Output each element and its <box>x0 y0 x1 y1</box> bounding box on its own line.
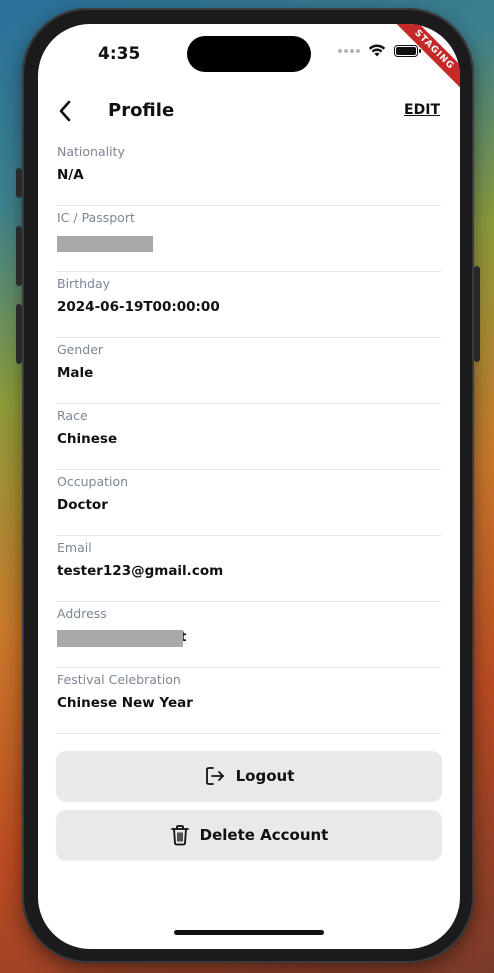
app-screen: 4:35 STAGING Profile EDIT Nationality N/… <box>38 24 460 949</box>
volume-up-button <box>16 226 22 286</box>
field-address: Address t <box>56 602 441 668</box>
logout-button[interactable]: Logout <box>56 751 442 801</box>
back-chevron-icon <box>59 100 71 122</box>
status-time: 4:35 <box>98 44 141 64</box>
field-ic-passport: IC / Passport <box>56 206 441 272</box>
action-buttons: Logout Delete Account <box>56 751 442 860</box>
field-value: Doctor <box>57 497 108 513</box>
power-button <box>474 266 480 362</box>
action-button <box>16 168 22 198</box>
redacted-value <box>57 236 153 252</box>
field-value: Chinese <box>57 431 118 447</box>
cellular-signal-icon <box>338 49 360 53</box>
field-label: Address <box>57 606 107 621</box>
field-label: Nationality <box>57 144 125 159</box>
field-value: Chinese New Year <box>57 695 193 711</box>
field-value: N/A <box>57 167 84 183</box>
edit-button[interactable]: EDIT <box>404 102 440 118</box>
field-value: Male <box>57 365 94 381</box>
field-nationality: Nationality N/A <box>56 140 441 206</box>
delete-account-label: Delete Account <box>199 826 329 844</box>
logout-label: Logout <box>235 767 295 785</box>
redacted-value <box>57 630 183 647</box>
field-label: Occupation <box>57 474 129 489</box>
home-indicator[interactable] <box>174 930 324 935</box>
field-value: tester123@gmail.com <box>57 563 224 579</box>
field-race: Race Chinese <box>56 404 441 470</box>
field-label: Email <box>57 540 92 555</box>
field-email: Email tester123@gmail.com <box>56 536 441 602</box>
back-button[interactable] <box>56 98 78 124</box>
trash-icon <box>170 825 189 846</box>
logout-icon <box>205 767 224 785</box>
status-icons <box>338 44 422 58</box>
field-label: Birthday <box>57 276 111 291</box>
field-birthday: Birthday 2024-06-19T00:00:00 <box>56 272 441 338</box>
profile-fields: Nationality N/A IC / Passport Birthday 2… <box>56 140 441 734</box>
header: Profile EDIT <box>38 98 460 126</box>
field-label: Race <box>57 408 88 423</box>
field-occupation: Occupation Doctor <box>56 470 441 536</box>
field-label: Gender <box>57 342 104 357</box>
dynamic-island <box>187 36 311 72</box>
field-label: IC / Passport <box>57 210 135 225</box>
page-title: Profile <box>108 100 175 121</box>
field-gender: Gender Male <box>56 338 441 404</box>
field-festival-celebration: Festival Celebration Chinese New Year <box>56 668 441 734</box>
volume-down-button <box>16 304 22 364</box>
delete-account-button[interactable]: Delete Account <box>56 810 442 860</box>
field-value: 2024-06-19T00:00:00 <box>57 299 220 315</box>
field-label: Festival Celebration <box>57 672 181 687</box>
wifi-icon <box>368 44 386 57</box>
